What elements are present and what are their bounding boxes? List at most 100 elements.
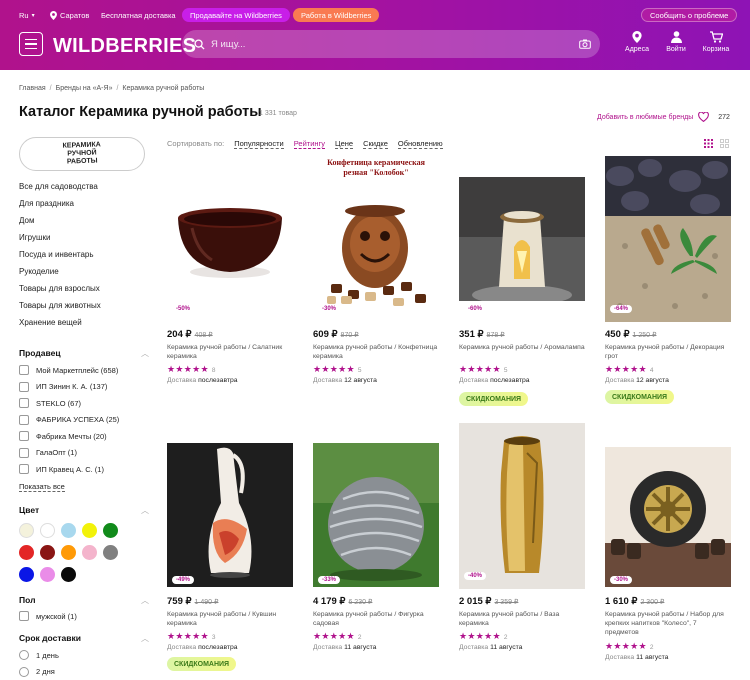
product-image[interactable]	[313, 443, 439, 587]
category-item[interactable]: Товары для животных	[19, 300, 101, 317]
delivery-radio[interactable]: 1 день	[19, 647, 59, 664]
product-name[interactable]: Керамика ручной работы / Салатник керами…	[167, 343, 293, 361]
breadcrumb-brands[interactable]: Бренды на «А-Я»	[56, 85, 113, 92]
delivery-filter-header[interactable]: Срок доставки︿	[19, 633, 149, 644]
product-price: 609 ₽870 ₽	[313, 329, 359, 340]
seller-checkbox[interactable]: ФАБРИКА УСПЕХА (25)	[19, 412, 119, 429]
floor-filter-header[interactable]: Пол︿	[19, 595, 149, 606]
color-swatch[interactable]	[40, 545, 55, 560]
seller-filter-header[interactable]: Продавец︿	[19, 348, 149, 359]
seller-checkbox[interactable]: STEKLO (67)	[19, 395, 119, 412]
work-at-wildberries-button[interactable]: Работа в Wildberries	[293, 8, 379, 22]
product-name[interactable]: Керамика ручной работы / Конфетница кера…	[313, 343, 439, 361]
large-grid-icon[interactable]	[720, 139, 729, 148]
sale-badge: СКИДКОМАНИЯ	[459, 392, 528, 406]
product-price: 204 ₽408 ₽	[167, 329, 213, 340]
delivery-info: Доставка 11 августа	[605, 654, 668, 661]
sort-popularity[interactable]: Популярности	[234, 139, 284, 149]
image-caption: Конфетница керамическая резная "Колобок"	[315, 158, 437, 178]
category-item[interactable]: Рукоделие	[19, 266, 101, 283]
rating-count: 2	[650, 644, 654, 651]
camera-icon[interactable]	[579, 39, 591, 49]
discount-badge: -30%	[610, 576, 632, 584]
color-swatch[interactable]	[19, 545, 34, 560]
discount-badge: -30%	[318, 305, 340, 313]
addresses-button[interactable]: Адреса	[619, 31, 655, 53]
product-image[interactable]	[459, 177, 585, 301]
logo[interactable]: WILDBERRIES	[53, 35, 196, 58]
color-swatch[interactable]	[103, 545, 118, 560]
color-swatch[interactable]	[103, 523, 118, 538]
product-name[interactable]: Керамика ручной работы / Фигурка садовая	[313, 610, 439, 628]
sort-update[interactable]: Обновлению	[398, 139, 443, 149]
category-item[interactable]: Товары для взрослых	[19, 283, 101, 300]
delivery-radio[interactable]: 2 дня	[19, 664, 59, 680]
category-item[interactable]: Игрушки	[19, 232, 101, 249]
category-item[interactable]: Дом	[19, 215, 101, 232]
sort-discount[interactable]: Скидке	[363, 139, 388, 149]
product-image[interactable]	[167, 156, 293, 322]
product-image[interactable]	[605, 447, 731, 587]
product-name[interactable]: Керамика ручной работы / Набор для крепк…	[605, 610, 731, 637]
grid-view-icon[interactable]	[704, 139, 713, 148]
color-filter-header[interactable]: Цвет︿	[19, 505, 149, 516]
free-delivery-link[interactable]: Бесплатная доставка	[101, 8, 176, 22]
report-problem-button[interactable]: Сообщить о проблеме	[641, 8, 737, 22]
product-image[interactable]	[605, 156, 731, 322]
addresses-label: Адреса	[625, 46, 649, 53]
color-swatch[interactable]	[61, 567, 76, 582]
sort-rating[interactable]: Рейтингу	[294, 139, 325, 149]
menu-button[interactable]	[19, 32, 43, 56]
old-price: 2 300 ₽	[640, 599, 664, 606]
old-price: 408 ₽	[195, 332, 213, 339]
old-price: 3 359 ₽	[494, 599, 518, 606]
sale-badge: СКИДКОМАНИЯ	[167, 657, 236, 671]
seller-filter-list: Мой Маркетплейс (658) ИП Зинин К. А. (13…	[19, 362, 119, 478]
color-swatch[interactable]	[19, 567, 34, 582]
city-selector[interactable]: Саратов	[50, 8, 89, 22]
show-all-sellers-link[interactable]: Показать все	[19, 482, 65, 492]
category-list: Все для садоводства Для праздника Дом Иг…	[19, 181, 101, 334]
login-button[interactable]: Войти	[658, 31, 694, 53]
color-swatch[interactable]	[40, 567, 55, 582]
discount-badge: -50%	[172, 305, 194, 313]
product-price: 450 ₽1 250 ₽	[605, 329, 656, 340]
seller-checkbox[interactable]: ГалаОпт (1)	[19, 445, 119, 462]
category-item[interactable]: Все для садоводства	[19, 181, 101, 198]
seller-checkbox[interactable]: Фабрика Мечты (20)	[19, 428, 119, 445]
category-item[interactable]: Хранение вещей	[19, 317, 101, 334]
color-swatch[interactable]	[82, 545, 97, 560]
delivery-info: Доставка послезавтра	[167, 377, 238, 384]
product-name[interactable]: Керамика ручной работы / Декорация грот	[605, 343, 731, 361]
floor-checkbox[interactable]: мужской (1)	[19, 608, 77, 625]
sell-on-wildberries-button[interactable]: Продавайте на Wildberries	[182, 8, 290, 22]
breadcrumb-home[interactable]: Главная	[19, 85, 46, 92]
color-swatch[interactable]	[82, 523, 97, 538]
product-name[interactable]: Керамика ручной работы / Аромалампа	[459, 343, 585, 352]
color-swatch[interactable]	[61, 545, 76, 560]
add-favorite-label: Добавить в любимые бренды	[597, 114, 693, 121]
search-placeholder: Я ищу...	[211, 39, 245, 50]
category-item[interactable]: Для праздника	[19, 198, 101, 215]
color-swatch[interactable]	[40, 523, 55, 538]
search-input[interactable]: Я ищу...	[182, 30, 600, 58]
rating-stars: ★★★★★4	[605, 364, 653, 375]
product-image[interactable]: Конфетница керамическая резная "Колобок"	[313, 156, 439, 322]
product-image[interactable]	[459, 423, 585, 589]
color-swatches	[19, 523, 118, 582]
product-image[interactable]	[167, 443, 293, 587]
sort-price[interactable]: Цене	[335, 139, 353, 149]
product-name[interactable]: Керамика ручной работы / Ваза керамика	[459, 610, 585, 628]
language-selector[interactable]: Ru▾	[19, 8, 35, 22]
seller-checkbox[interactable]: Мой Маркетплейс (658)	[19, 362, 119, 379]
seller-checkbox[interactable]: ИП Кравец А. С. (1)	[19, 461, 119, 478]
product-price: 2 015 ₽3 359 ₽	[459, 596, 518, 607]
cart-button[interactable]: Корзина	[698, 31, 734, 53]
seller-checkbox[interactable]: ИП Зинин К. А. (137)	[19, 379, 119, 396]
chevron-up-icon: ︿	[141, 633, 149, 644]
color-swatch[interactable]	[19, 523, 34, 538]
category-item[interactable]: Посуда и инвентарь	[19, 249, 101, 266]
color-swatch[interactable]	[61, 523, 76, 538]
add-favorite-brand-button[interactable]: Добавить в любимые бренды 272	[597, 112, 730, 122]
product-name[interactable]: Керамика ручной работы / Кувшин керамика	[167, 610, 293, 628]
